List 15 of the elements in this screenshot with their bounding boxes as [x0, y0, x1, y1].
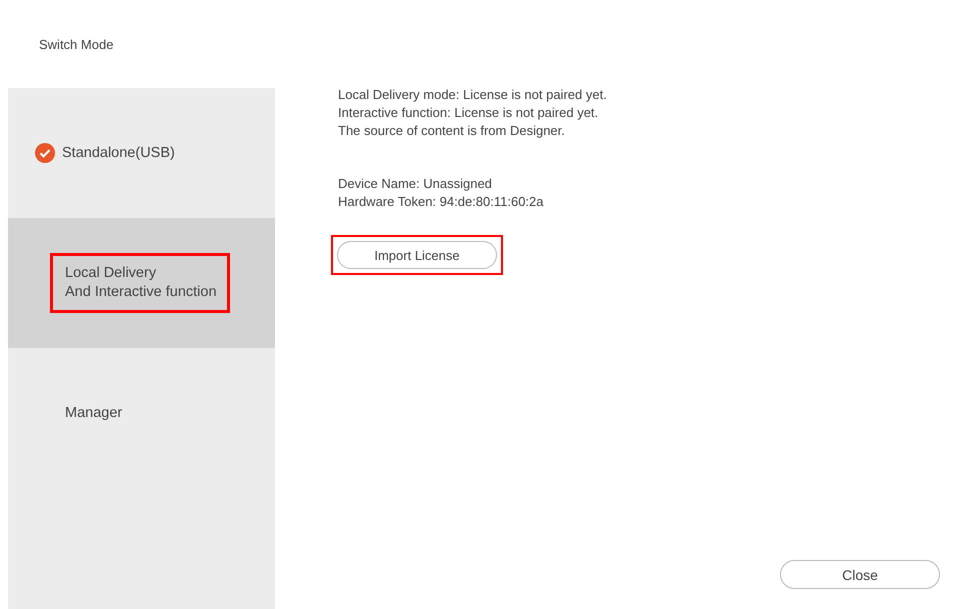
import-license-button[interactable]: Import License [337, 241, 497, 269]
dialog-title: Switch Mode [38, 36, 114, 54]
status-text: The source of content is from Designer. [338, 122, 566, 140]
mode-label: Manager [65, 404, 122, 422]
mode-item[interactable]: Standalone(USB) [8, 88, 275, 218]
mode-label: And Interactive function [65, 283, 217, 302]
mode-item[interactable]: Local Delivery And Interactive function [8, 218, 275, 348]
device-info-text: Device Name: Unassigned [338, 175, 493, 193]
mode-item[interactable]: Manager [8, 348, 275, 478]
mode-label: Local Delivery [65, 264, 158, 283]
mode-label: Standalone(USB) [62, 144, 175, 162]
status-text: Local Delivery mode: License is not paired yet. [338, 86, 608, 104]
close-button[interactable]: Close [780, 560, 940, 589]
status-text: Interactive function: License is not paired yet. [338, 104, 600, 122]
device-info-text: Hardware Token: 94:de:80:11:60:2a [338, 193, 544, 211]
